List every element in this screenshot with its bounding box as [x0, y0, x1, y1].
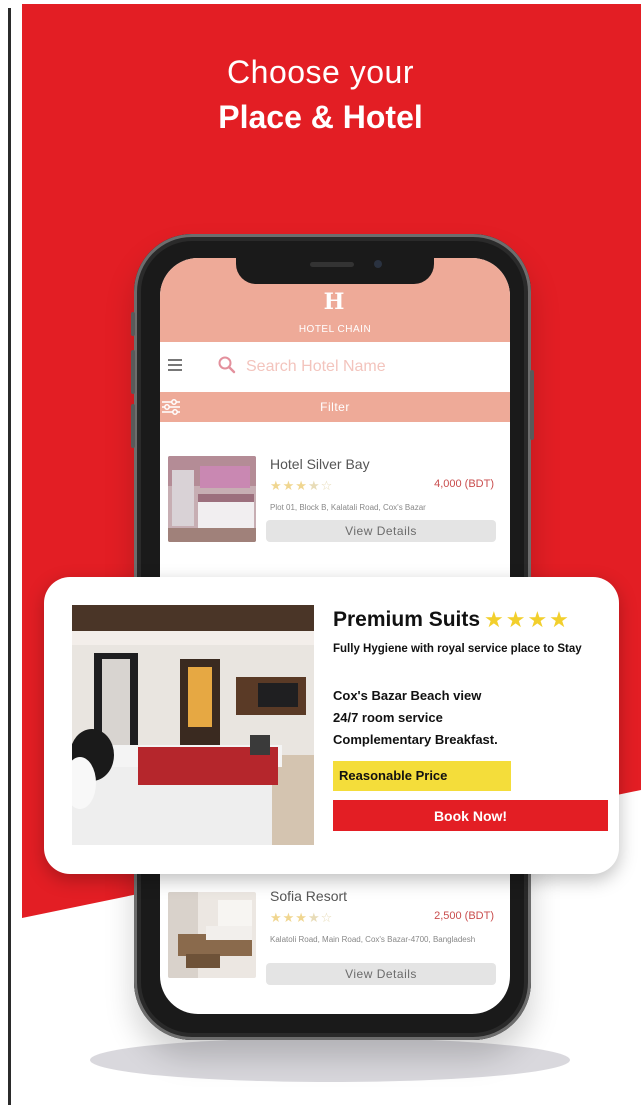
search-input[interactable] — [244, 352, 488, 382]
filter-bar[interactable]: Filter — [160, 392, 510, 422]
hotel-chain-logo: H — [323, 289, 345, 315]
speaker-grille — [310, 262, 354, 267]
hotel-card[interactable]: Sofia Resort ★★★★☆ 2,500 (BDT) Kalatoli … — [160, 888, 510, 1014]
search-icon[interactable] — [216, 354, 238, 376]
hotel-card[interactable]: Hotel Silver Bay ★★★★☆ 4,000 (BDT) Plot … — [160, 456, 510, 586]
left-frame-edge — [8, 8, 11, 1105]
price-tag: Reasonable Price — [333, 761, 511, 791]
book-now-button[interactable]: Book Now! — [333, 800, 608, 831]
rating-stars: ★★★★☆ — [270, 910, 334, 925]
hotel-thumbnail — [168, 456, 256, 542]
hamburger-menu-icon[interactable] — [166, 356, 184, 374]
hotel-name: Sofia Resort — [270, 888, 348, 904]
feature-item: 24/7 room service — [333, 710, 443, 725]
headline: Choose your Place & Hotel — [0, 52, 641, 138]
hotel-address: Plot 01, Block B, Kalatali Road, Cox's B… — [270, 503, 426, 512]
suite-tagline: Fully Hygiene with royal service place t… — [333, 643, 582, 655]
promo-screen: Choose your Place & Hotel H HOTEL CHAIN — [0, 0, 641, 1105]
suite-photo — [72, 605, 314, 845]
phone-volume-up — [131, 350, 135, 394]
hotel-price: 2,500 (BDT) — [434, 910, 494, 922]
front-camera — [374, 260, 382, 268]
feature-item: Cox's Bazar Beach view — [333, 688, 482, 703]
view-details-button[interactable]: View Details — [266, 963, 496, 985]
phone-volume-down — [131, 404, 135, 448]
feature-item: Complementary Breakfast. — [333, 732, 498, 747]
hotel-thumbnail — [168, 892, 256, 978]
hotel-address: Kalatoli Road, Main Road, Cox's Bazar-47… — [270, 935, 476, 944]
phone-silent-switch — [131, 312, 135, 336]
hotel-name: Hotel Silver Bay — [270, 456, 370, 472]
filter-label: Filter — [320, 400, 350, 414]
rating-stars: ★★★★☆ — [270, 478, 334, 493]
phone-power-button — [530, 370, 534, 440]
phone-notch — [236, 252, 434, 284]
hotel-price: 4,000 (BDT) — [434, 478, 494, 490]
suite-rating-stars: ★★★★ — [484, 607, 571, 632]
suite-title: Premium Suits — [333, 608, 481, 631]
phone-shadow — [90, 1038, 570, 1082]
view-details-button[interactable]: View Details — [266, 520, 496, 542]
headline-line-1: Choose your — [227, 54, 414, 90]
premium-suite-card: Premium Suits ★★★★ Fully Hygiene with ro… — [44, 577, 619, 874]
headline-line-2: Place & Hotel — [218, 99, 423, 135]
brand-name: HOTEL CHAIN — [298, 324, 372, 335]
search-bar — [160, 342, 510, 392]
